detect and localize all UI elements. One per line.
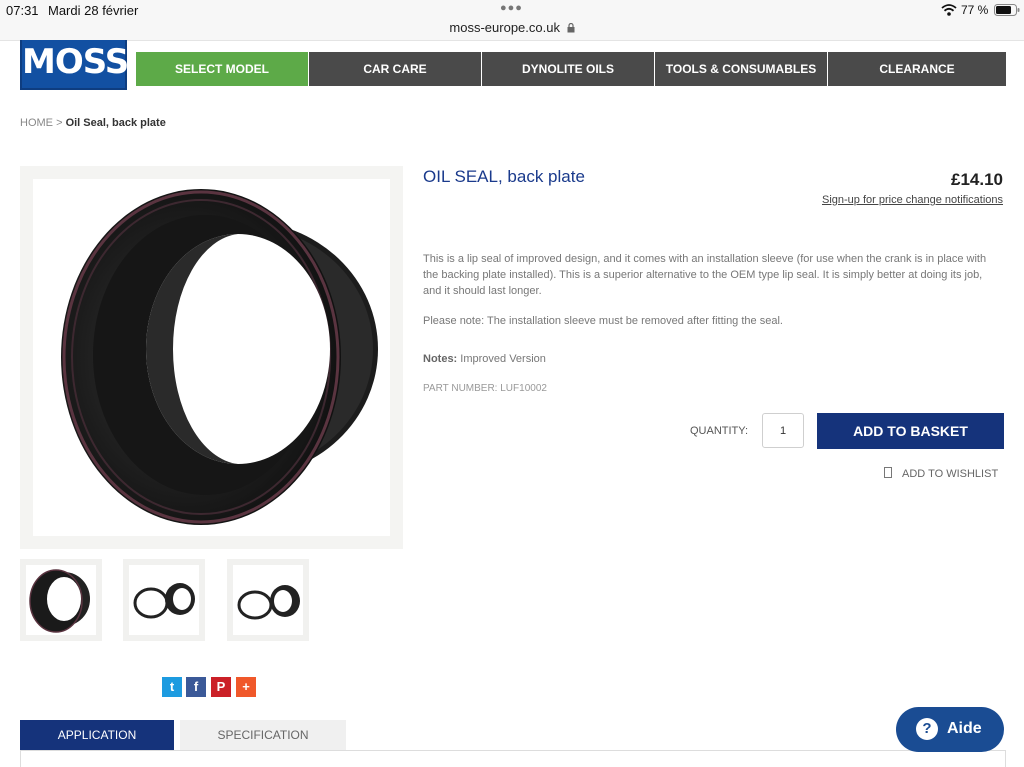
logo-text: MOSS bbox=[22, 42, 129, 82]
tab-application[interactable]: APPLICATION bbox=[20, 720, 174, 750]
notes-value: Improved Version bbox=[460, 353, 546, 365]
notes-label: Notes: bbox=[423, 353, 458, 365]
multitask-dots-icon[interactable]: ●●● bbox=[500, 2, 523, 14]
tab-content-panel bbox=[20, 750, 1006, 767]
breadcrumb-current: Oil Seal, back plate bbox=[65, 117, 166, 129]
url-text: moss-europe.co.uk bbox=[449, 20, 560, 35]
breadcrumb: HOME > Oil Seal, back plate bbox=[20, 117, 166, 129]
add-to-basket-button[interactable]: ADD TO BASKET bbox=[817, 413, 1004, 449]
quantity-input[interactable] bbox=[762, 413, 804, 448]
status-bar: 07:31 Mardi 28 février ●●● moss-europe.c… bbox=[0, 0, 1024, 41]
thumbnail-seal-sleeve-image bbox=[237, 585, 300, 620]
breadcrumb-separator: > bbox=[56, 117, 63, 129]
question-icon: ? bbox=[916, 718, 938, 740]
product-note: Please note: The installation sleeve mus… bbox=[423, 315, 783, 327]
add-to-wishlist-link[interactable]: ADD TO WISHLIST bbox=[884, 467, 998, 480]
status-date: Mardi 28 février bbox=[48, 3, 139, 18]
nav-select-model[interactable]: SELECT MODEL bbox=[136, 52, 308, 86]
moss-logo[interactable]: MOSS bbox=[20, 40, 129, 90]
product-image[interactable] bbox=[33, 179, 390, 536]
more-share-icon[interactable]: + bbox=[236, 677, 256, 697]
help-button[interactable]: ? Aide bbox=[896, 707, 1004, 752]
wishlist-icon bbox=[884, 467, 892, 478]
nav-clearance[interactable]: CLEARANCE bbox=[828, 52, 1006, 86]
facebook-share-icon[interactable]: f bbox=[186, 677, 206, 697]
nav-dynolite-oils[interactable]: DYNOLITE OILS bbox=[482, 52, 654, 86]
product-notes: Notes: Improved Version bbox=[423, 353, 546, 365]
tab-specification[interactable]: SPECIFICATION bbox=[180, 720, 346, 750]
twitter-share-icon[interactable]: t bbox=[162, 677, 182, 697]
thumbnail-3[interactable] bbox=[227, 559, 309, 641]
status-time: 07:31 bbox=[6, 3, 39, 18]
quantity-label: QUANTITY: bbox=[690, 425, 749, 437]
price-notification-link[interactable]: Sign-up for price change notifications bbox=[740, 194, 1003, 206]
part-number: PART NUMBER: LUF10002 bbox=[423, 383, 547, 394]
product-description: This is a lip seal of improved design, a… bbox=[423, 253, 987, 297]
thumbnail-seal-image bbox=[29, 569, 90, 633]
product-title: OIL SEAL, back plate bbox=[423, 167, 585, 186]
address-bar[interactable]: moss-europe.co.uk bbox=[0, 20, 1024, 35]
thumbnail-2[interactable] bbox=[123, 559, 205, 641]
nav-tools-consumables[interactable]: TOOLS & CONSUMABLES bbox=[655, 52, 827, 86]
breadcrumb-home[interactable]: HOME bbox=[20, 117, 53, 129]
battery-percent: 77 % bbox=[961, 3, 989, 17]
pinterest-share-icon[interactable]: P bbox=[211, 677, 231, 697]
wishlist-label: ADD TO WISHLIST bbox=[902, 468, 999, 480]
lock-icon bbox=[567, 22, 575, 33]
oil-seal-image bbox=[61, 189, 378, 525]
thumbnail-1[interactable] bbox=[20, 559, 102, 641]
product-price: £14.10 bbox=[951, 170, 1003, 189]
battery-icon bbox=[994, 4, 1020, 16]
wifi-icon bbox=[941, 4, 957, 16]
help-label: Aide bbox=[947, 720, 982, 737]
thumbnail-seal-sleeve-image bbox=[133, 583, 195, 619]
nav-car-care[interactable]: CAR CARE bbox=[309, 52, 481, 86]
